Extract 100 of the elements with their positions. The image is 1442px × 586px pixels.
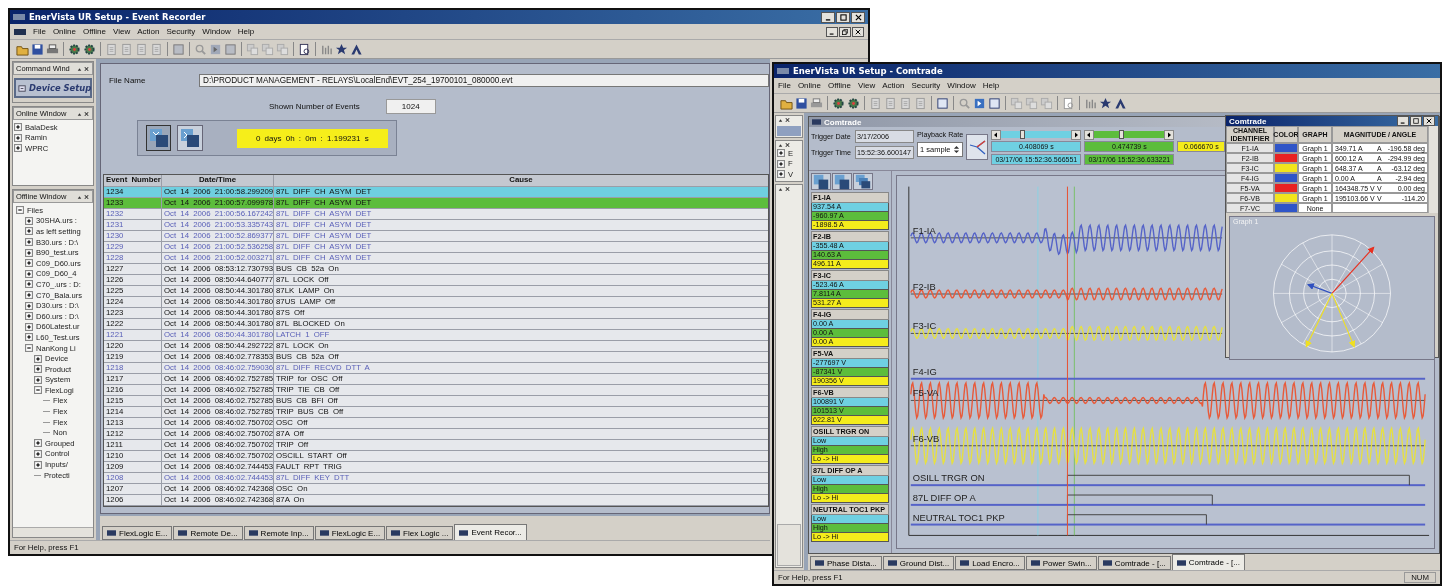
expand-icon[interactable]	[34, 375, 42, 384]
menu-item[interactable]: View	[113, 27, 131, 36]
cursor-two-button[interactable]	[177, 125, 203, 151]
expand-icon[interactable]	[34, 365, 42, 374]
slider-thumb[interactable]	[1020, 130, 1026, 139]
color-swatch[interactable]	[1274, 203, 1298, 213]
expand-icon[interactable]	[25, 322, 33, 331]
collapse-icon[interactable]	[34, 386, 42, 395]
gear-icon[interactable]	[68, 42, 81, 56]
minimize-button[interactable]	[821, 11, 835, 23]
document-tab[interactable]: Load Encro...	[955, 556, 1025, 570]
menu-item[interactable]: Action	[137, 27, 160, 36]
triangle-icon[interactable]	[350, 42, 363, 56]
pin-icon[interactable]	[76, 110, 90, 117]
menu-item[interactable]: Window	[202, 27, 231, 36]
pin-icon[interactable]	[777, 142, 791, 148]
menu-item[interactable]: Window	[947, 81, 976, 90]
expand-icon[interactable]	[25, 227, 33, 236]
triangle-icon[interactable]	[1114, 96, 1127, 110]
document-tab[interactable]: Ground Dist...	[882, 556, 955, 570]
close-button[interactable]	[1423, 116, 1435, 126]
expand-icon[interactable]	[25, 291, 33, 300]
expand-icon[interactable]	[25, 333, 33, 342]
shown-events-field[interactable]: 1024	[385, 99, 436, 114]
color-swatch[interactable]	[1274, 153, 1298, 163]
expand-icon[interactable]	[777, 149, 785, 158]
document-tab[interactable]: Flex Logic ...	[386, 526, 454, 540]
square-icon[interactable]	[936, 96, 949, 110]
pin-icon[interactable]	[76, 65, 90, 72]
phasor-button[interactable]	[966, 134, 989, 160]
pin-icon[interactable]	[777, 117, 791, 123]
play-icon[interactable]	[209, 42, 222, 56]
cursor-two-button[interactable]	[832, 173, 852, 190]
document-tab[interactable]: Comtrade - [...	[1097, 556, 1171, 570]
slider-thumb[interactable]	[1118, 130, 1124, 139]
expand-icon[interactable]	[34, 460, 42, 469]
menu-item[interactable]: Online	[52, 27, 76, 36]
horizontal-scrollbar[interactable]	[100, 516, 770, 524]
horizontal-scrollbar[interactable]	[13, 527, 93, 537]
expand-icon[interactable]	[34, 439, 42, 448]
restore-button[interactable]	[839, 26, 851, 37]
document-tab[interactable]: Comtrade - [...	[1171, 554, 1245, 570]
gear-icon[interactable]	[83, 42, 96, 56]
expand-icon[interactable]	[25, 216, 33, 225]
menu-item[interactable]: View	[858, 81, 876, 90]
page-icon[interactable]	[298, 42, 311, 56]
printer-icon[interactable]	[810, 96, 823, 110]
document-tab[interactable]: Phase Dista...	[810, 556, 882, 570]
printer-icon[interactable]	[46, 42, 59, 56]
pin-icon[interactable]	[777, 185, 791, 192]
document-tab[interactable]: Remote Inp...	[243, 526, 314, 540]
menu-item[interactable]: Security	[911, 81, 941, 90]
star-icon[interactable]	[335, 42, 348, 56]
expand-icon[interactable]	[34, 449, 42, 458]
expand-icon[interactable]	[25, 312, 33, 321]
minimize-button[interactable]	[1397, 116, 1409, 126]
floppy-icon[interactable]	[795, 96, 808, 110]
square-icon[interactable]	[988, 96, 1001, 110]
menu-item[interactable]: Help	[982, 81, 1000, 90]
document-tab[interactable]: Event Recor...	[454, 524, 527, 540]
expand-icon[interactable]	[25, 238, 33, 247]
menu-item[interactable]: File	[33, 27, 46, 36]
file-name-field[interactable]: D:\PRODUCT MANAGEMENT - RELAYS\LocalEnd\EVT_254_19700101_080000.evt	[199, 74, 769, 87]
expand-icon[interactable]	[777, 170, 785, 179]
expand-icon[interactable]	[34, 354, 42, 363]
play-icon[interactable]	[973, 96, 986, 110]
pin-icon[interactable]	[76, 193, 90, 200]
expand-icon[interactable]	[25, 301, 33, 310]
cursor-one-button[interactable]	[811, 173, 831, 190]
color-swatch[interactable]	[1274, 163, 1298, 173]
color-swatch[interactable]	[1274, 193, 1298, 203]
close-button[interactable]	[851, 11, 865, 23]
windows-button[interactable]	[853, 173, 873, 190]
menu-item[interactable]: Online	[797, 81, 821, 90]
expand-icon[interactable]	[25, 280, 33, 289]
expand-icon[interactable]	[777, 159, 785, 168]
menu-item[interactable]: Help	[237, 27, 255, 36]
cursor-one-button[interactable]	[146, 125, 172, 151]
collapse-icon[interactable]	[16, 206, 24, 215]
document-tab[interactable]: Remote De...	[173, 526, 243, 540]
close-button[interactable]	[852, 26, 864, 37]
minimize-button[interactable]	[826, 26, 838, 37]
gear-icon[interactable]	[832, 96, 845, 110]
menu-item[interactable]: File	[778, 81, 791, 90]
menu-item[interactable]: Offline	[828, 81, 851, 90]
expand-icon[interactable]	[14, 133, 22, 142]
vertical-scrollbar[interactable]	[777, 524, 801, 566]
star-icon[interactable]	[1099, 96, 1112, 110]
expand-icon[interactable]	[25, 269, 33, 278]
expand-icon[interactable]	[14, 123, 22, 132]
document-tab[interactable]: FlexLogic E...	[102, 526, 173, 540]
floppy-icon[interactable]	[31, 42, 44, 56]
menu-item[interactable]: Action	[882, 81, 905, 90]
expand-icon[interactable]	[25, 248, 33, 257]
color-swatch[interactable]	[1274, 143, 1298, 153]
vertical-scrollbar[interactable]	[1428, 126, 1438, 213]
expand-icon[interactable]	[25, 259, 33, 268]
color-swatch[interactable]	[1274, 183, 1298, 193]
expand-icon[interactable]	[14, 144, 22, 153]
maximize-button[interactable]	[1410, 116, 1422, 126]
